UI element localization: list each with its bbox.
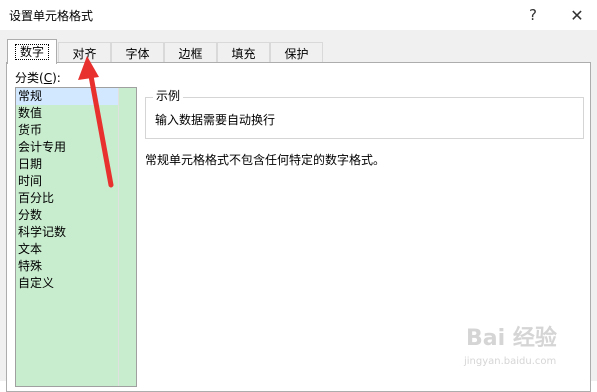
format-description: 常规单元格格式不包含任何特定的数字格式。: [145, 153, 386, 167]
tab-protection[interactable]: 保护: [270, 42, 323, 63]
tab-alignment-label: 对齐: [72, 46, 97, 61]
tab-border-label: 边框: [178, 46, 203, 61]
tab-number-label: 数字: [14, 44, 49, 60]
category-item-currency[interactable]: 货币: [16, 122, 118, 139]
watermark-logo: Bai 经验 jingyan.baidu.com: [464, 326, 557, 367]
category-item-scientific[interactable]: 科学记数: [16, 224, 118, 241]
tab-border[interactable]: 边框: [164, 42, 217, 63]
tab-font-label: 字体: [125, 46, 150, 61]
help-icon: ?: [529, 6, 537, 24]
tab-alignment[interactable]: 对齐: [58, 42, 111, 63]
sample-title: 示例: [153, 87, 184, 104]
category-items: 常规 数值 货币 会计专用 日期 时间 百分比 分数 科学记数 文本 特殊 自定…: [16, 88, 118, 386]
close-icon: ✕: [570, 5, 584, 25]
close-button[interactable]: ✕: [557, 0, 597, 30]
category-item-fraction[interactable]: 分数: [16, 207, 118, 224]
category-list[interactable]: 常规 数值 货币 会计专用 日期 时间 百分比 分数 科学记数 文本 特殊 自定…: [15, 87, 137, 387]
tab-protection-label: 保护: [284, 46, 309, 61]
help-button[interactable]: ?: [513, 0, 553, 30]
tab-fill[interactable]: 填充: [217, 42, 270, 63]
tab-font[interactable]: 字体: [111, 42, 164, 63]
category-label: 分类(C):: [15, 71, 61, 85]
tab-strip: 数字 对齐 字体 边框 填充 保护: [6, 39, 591, 64]
title-bar: 设置单元格格式 ? ✕: [0, 0, 597, 30]
sample-value: 输入数据需要自动换行: [155, 113, 276, 127]
category-item-general[interactable]: 常规: [16, 88, 118, 105]
category-item-special[interactable]: 特殊: [16, 258, 118, 275]
category-item-text[interactable]: 文本: [16, 241, 118, 258]
category-item-time[interactable]: 时间: [16, 173, 118, 190]
category-scrollbar[interactable]: [118, 88, 136, 386]
sample-group: 输入数据需要自动换行: [145, 97, 584, 139]
category-item-custom[interactable]: 自定义: [16, 275, 118, 292]
category-item-date[interactable]: 日期: [16, 156, 118, 173]
tab-number[interactable]: 数字: [7, 39, 57, 64]
category-item-number[interactable]: 数值: [16, 105, 118, 122]
tab-fill-label: 填充: [231, 46, 256, 61]
dialog-title: 设置单元格格式: [9, 9, 94, 23]
category-item-accounting[interactable]: 会计专用: [16, 139, 118, 156]
category-item-percentage[interactable]: 百分比: [16, 190, 118, 207]
